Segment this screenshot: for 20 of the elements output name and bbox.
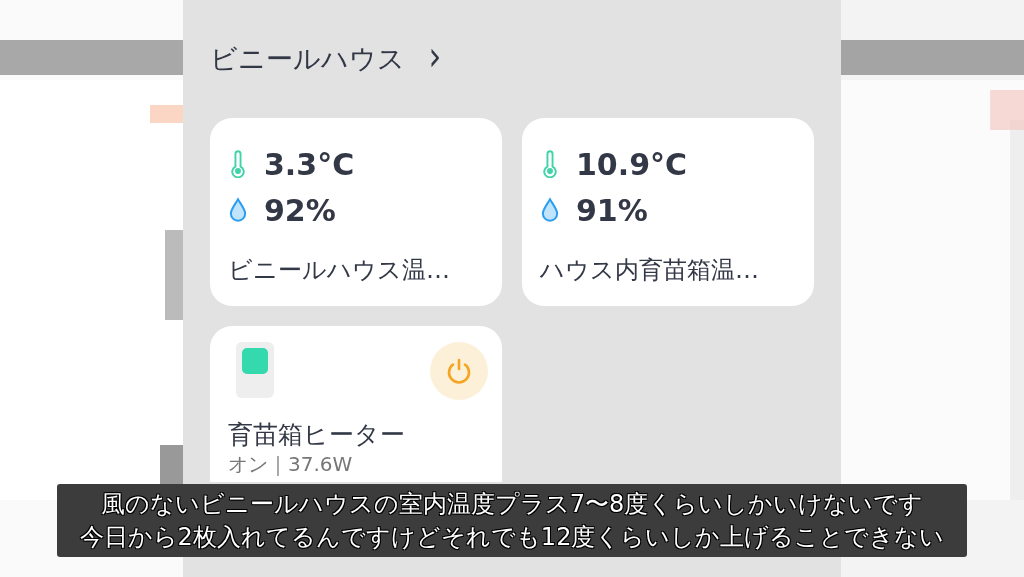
sensor-card[interactable]: 3.3°C 92% ビニールハウス温…	[210, 118, 502, 306]
switch-card[interactable]: 育苗箱ヒーター オン｜37.6W	[210, 326, 502, 482]
subtitle-line: 風のないビニールハウスの室内温度プラス7〜8度くらいしかいけないです	[100, 488, 924, 520]
temperature-value: 10.9°C	[576, 146, 688, 182]
humidity-value: 92%	[264, 192, 336, 228]
thermometer-icon	[228, 150, 248, 178]
subtitle-line: 今日から2枚入れてるんですけどそれでも12度くらいしか上げることできない	[79, 521, 945, 553]
device-icon	[236, 342, 274, 398]
sensor-name: ビニールハウス温…	[228, 255, 451, 286]
thermometer-icon	[540, 150, 560, 178]
humidity-value: 91%	[576, 192, 648, 228]
chevron-icon[interactable]: ›	[428, 36, 442, 76]
switch-name: 育苗箱ヒーター	[228, 420, 406, 450]
room-title[interactable]: ビニールハウス	[210, 41, 405, 77]
water-drop-icon	[540, 196, 560, 224]
water-drop-icon	[228, 196, 248, 224]
sensor-name: ハウス内育苗箱温…	[540, 255, 760, 286]
sensor-card[interactable]: 10.9°C 91% ハウス内育苗箱温…	[522, 118, 814, 306]
switch-status: オン｜37.6W	[228, 452, 354, 476]
temperature-value: 3.3°C	[264, 146, 355, 182]
